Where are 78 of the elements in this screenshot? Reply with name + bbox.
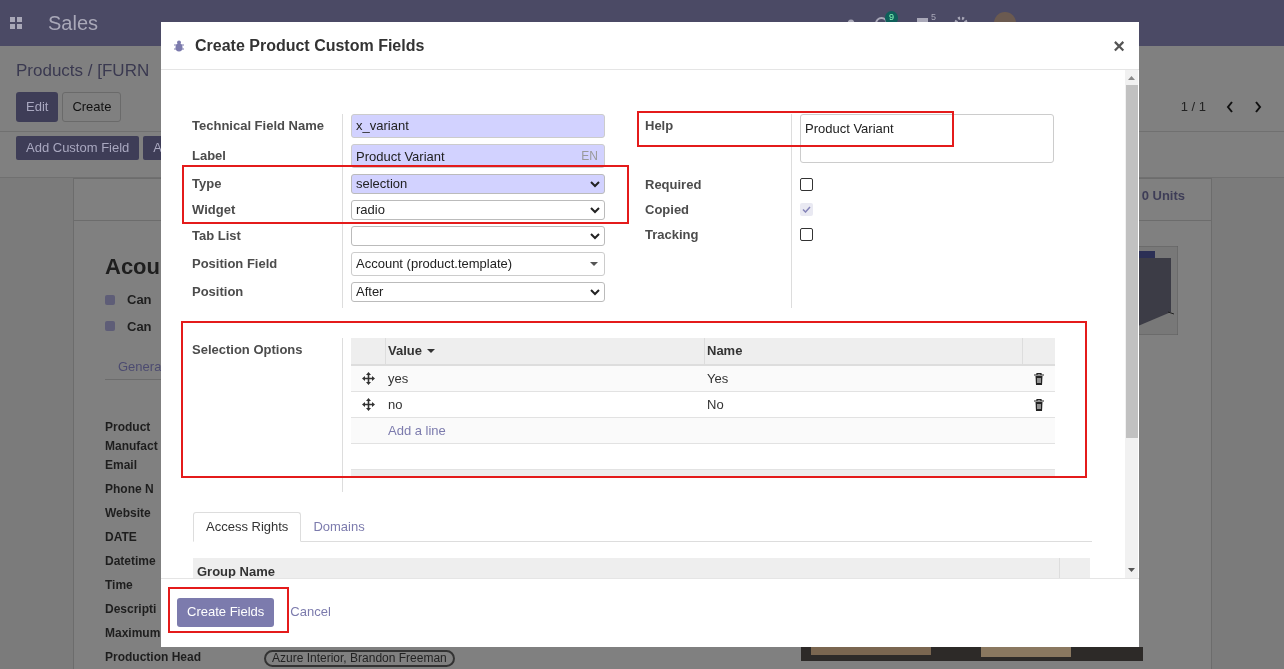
- select-field[interactable]: [351, 226, 605, 246]
- checkbox-label: Can: [127, 317, 152, 336]
- field-label: Copied: [644, 200, 691, 219]
- field-label: Maximum: [105, 625, 161, 642]
- input-field[interactable]: x_variant: [351, 114, 605, 138]
- tab[interactable]: Domains: [301, 512, 377, 542]
- table-cell-text: yes: [387, 369, 410, 388]
- close-icon[interactable]: ×: [1113, 30, 1125, 61]
- help-textarea[interactable]: Product Variant: [800, 114, 1054, 163]
- add-line-link[interactable]: Add a line: [388, 420, 446, 441]
- table-cell-text: Yes: [706, 369, 730, 388]
- field-label: Email: [105, 457, 137, 474]
- checkbox[interactable]: [105, 321, 115, 332]
- trash-icon[interactable]: [1034, 372, 1044, 385]
- select-field[interactable]: selection: [351, 174, 605, 194]
- next-icon[interactable]: [1254, 100, 1262, 113]
- table-cell-text: No: [706, 395, 725, 414]
- chevron-down-icon: [590, 288, 600, 296]
- table-cell-text: no: [387, 395, 404, 414]
- field-label: Phone N: [105, 481, 154, 498]
- field-label: Required: [644, 175, 703, 194]
- trash-icon[interactable]: [1034, 398, 1044, 411]
- breadcrumb: Products / [FURN: [16, 60, 150, 82]
- previous-icon[interactable]: [1226, 100, 1234, 113]
- app-name[interactable]: Sales: [48, 8, 99, 38]
- tag: Azure Interior, Brandon Freeman: [264, 650, 455, 667]
- field-label: Manufact: [105, 438, 158, 455]
- field-label: Product: [105, 419, 151, 436]
- field-value: Product Variant: [356, 147, 445, 166]
- field-label: Website: [105, 505, 151, 522]
- field-label: Time: [105, 577, 133, 594]
- field-label: Widget: [192, 201, 236, 220]
- sort-caret-icon: [426, 349, 435, 353]
- record-title: Acou: [105, 253, 160, 281]
- create-fields-button[interactable]: Create Fields: [177, 597, 275, 627]
- checkbox[interactable]: [105, 294, 115, 305]
- field-label: Descripti: [105, 601, 157, 618]
- field-label: Production Head: [105, 649, 201, 666]
- scroll-up-icon[interactable]: [1128, 76, 1135, 80]
- field-label: Tracking: [644, 225, 700, 244]
- field-label: Tab List: [192, 227, 241, 246]
- scroll-down-icon[interactable]: [1128, 568, 1135, 572]
- checkbox[interactable]: [800, 178, 813, 191]
- cancel-link[interactable]: Cancel: [290, 602, 331, 622]
- checkbox[interactable]: [800, 228, 813, 241]
- column-header[interactable]: Value: [386, 338, 705, 364]
- field-label: Datetime: [105, 553, 156, 570]
- apps-grid-icon[interactable]: [10, 17, 22, 29]
- chevron-down-icon: [590, 206, 600, 214]
- column-header[interactable]: Name: [705, 338, 1023, 364]
- field-label: Help: [644, 117, 675, 135]
- create-button[interactable]: Create: [62, 91, 122, 122]
- scrollbar[interactable]: [1125, 70, 1138, 578]
- field-label: Label: [192, 147, 226, 166]
- select-field[interactable]: Account (product.template): [351, 252, 605, 276]
- message-count: 5: [931, 11, 936, 25]
- checkbox-label: Can: [127, 291, 152, 309]
- edit-button[interactable]: Edit: [16, 91, 59, 122]
- field-label: DATE: [105, 529, 137, 546]
- select-field[interactable]: radio: [351, 200, 605, 220]
- drag-handle-icon[interactable]: [362, 372, 375, 385]
- table-row[interactable]: yes Yes: [351, 366, 1055, 392]
- field-label: Selection Options: [192, 341, 304, 359]
- pager-value: 1 / 1: [1180, 97, 1206, 116]
- input-field[interactable]: Product Variant EN: [351, 144, 605, 168]
- dialog-title: Create Product Custom Fields: [195, 35, 425, 56]
- add-custom-field-button[interactable]: Add Custom Field: [16, 136, 140, 160]
- field-label: Technical Field Name: [192, 117, 324, 136]
- select-field[interactable]: After: [351, 282, 605, 302]
- bug-icon: [173, 39, 185, 52]
- chevron-down-icon: [590, 232, 600, 240]
- field-label: Position: [192, 283, 244, 302]
- field-label: Type: [192, 175, 222, 194]
- drag-handle-icon[interactable]: [362, 398, 375, 411]
- chevron-down-icon: [590, 180, 600, 188]
- field-label: Position Field: [192, 255, 278, 274]
- caret-icon: [590, 262, 598, 266]
- tab[interactable]: Access Rights: [193, 512, 302, 542]
